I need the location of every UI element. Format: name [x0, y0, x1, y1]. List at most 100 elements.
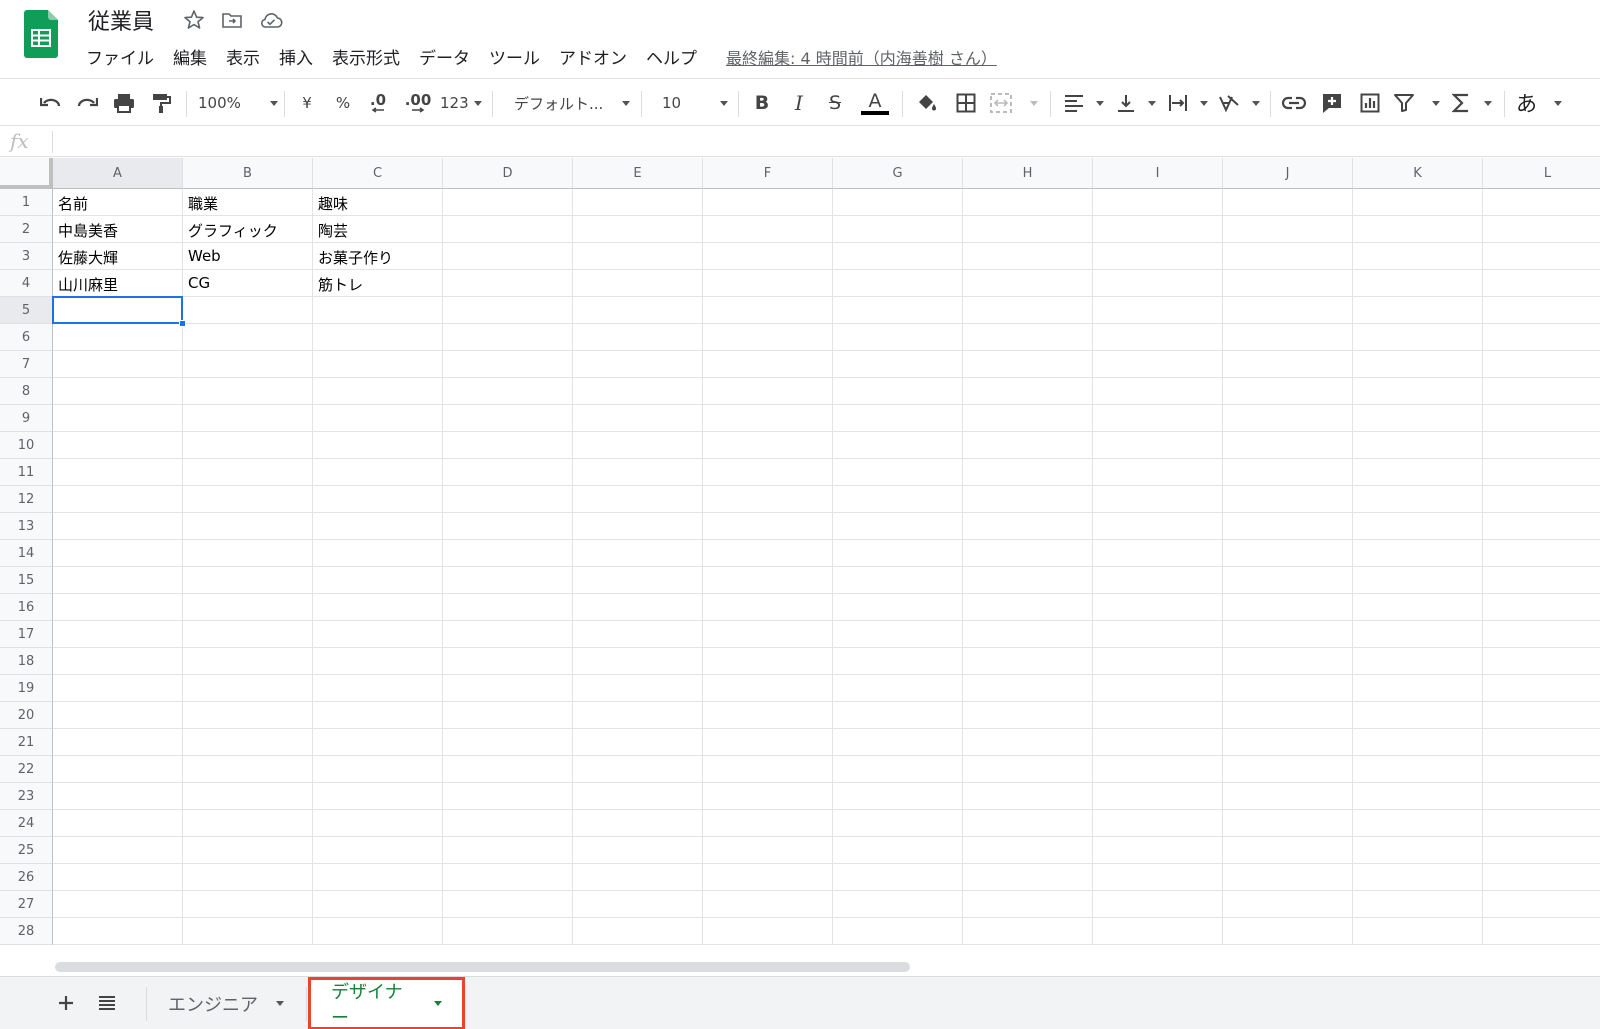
cell-j23[interactable] [1223, 783, 1353, 810]
cell-b23[interactable] [183, 783, 313, 810]
row-header-26[interactable]: 26 [0, 864, 53, 891]
cell-l1[interactable] [1483, 189, 1600, 216]
cell-h10[interactable] [963, 432, 1093, 459]
cell-h13[interactable] [963, 513, 1093, 540]
document-title[interactable]: 従業員 [88, 4, 154, 36]
cell-a10[interactable] [53, 432, 183, 459]
cell-d12[interactable] [443, 486, 573, 513]
cell-a3[interactable]: 佐藤大輝 [53, 243, 183, 270]
cell-e12[interactable] [573, 486, 703, 513]
cell-b7[interactable] [183, 351, 313, 378]
cell-e23[interactable] [573, 783, 703, 810]
percent-format-button[interactable]: % [332, 89, 354, 117]
cell-j11[interactable] [1223, 459, 1353, 486]
cell-a17[interactable] [53, 621, 183, 648]
cell-c15[interactable] [313, 567, 443, 594]
cell-j22[interactable] [1223, 756, 1353, 783]
cell-b19[interactable] [183, 675, 313, 702]
cell-d22[interactable] [443, 756, 573, 783]
cell-g20[interactable] [833, 702, 963, 729]
row-header-23[interactable]: 23 [0, 783, 53, 810]
column-header-d[interactable]: D [443, 158, 573, 189]
cell-i6[interactable] [1093, 324, 1223, 351]
row-header-18[interactable]: 18 [0, 648, 53, 675]
cell-j13[interactable] [1223, 513, 1353, 540]
zoom-select[interactable]: 100% [198, 89, 278, 117]
cell-h19[interactable] [963, 675, 1093, 702]
menu-file[interactable]: ファイル [86, 44, 154, 69]
cell-c23[interactable] [313, 783, 443, 810]
functions-select[interactable] [1452, 89, 1492, 117]
cell-j10[interactable] [1223, 432, 1353, 459]
cell-l2[interactable] [1483, 216, 1600, 243]
cell-g4[interactable] [833, 270, 963, 297]
cell-e19[interactable] [573, 675, 703, 702]
cell-j6[interactable] [1223, 324, 1353, 351]
cell-k16[interactable] [1353, 594, 1483, 621]
cell-e2[interactable] [573, 216, 703, 243]
cell-j28[interactable] [1223, 918, 1353, 945]
cell-d27[interactable] [443, 891, 573, 918]
text-rotation-select[interactable] [1218, 89, 1260, 117]
cell-i21[interactable] [1093, 729, 1223, 756]
cell-e18[interactable] [573, 648, 703, 675]
cell-h26[interactable] [963, 864, 1093, 891]
cell-a25[interactable] [53, 837, 183, 864]
cell-c24[interactable] [313, 810, 443, 837]
cell-a11[interactable] [53, 459, 183, 486]
cell-d11[interactable] [443, 459, 573, 486]
cell-k11[interactable] [1353, 459, 1483, 486]
insert-comment-icon[interactable] [1318, 89, 1346, 117]
row-header-10[interactable]: 10 [0, 432, 53, 459]
row-header-9[interactable]: 9 [0, 405, 53, 432]
cell-d16[interactable] [443, 594, 573, 621]
row-header-22[interactable]: 22 [0, 756, 53, 783]
cell-i22[interactable] [1093, 756, 1223, 783]
cell-c3[interactable]: お菓子作り [313, 243, 443, 270]
cell-k18[interactable] [1353, 648, 1483, 675]
cell-c18[interactable] [313, 648, 443, 675]
cell-f3[interactable] [703, 243, 833, 270]
cell-c1[interactable]: 趣味 [313, 189, 443, 216]
cell-e16[interactable] [573, 594, 703, 621]
row-header-8[interactable]: 8 [0, 378, 53, 405]
cell-a13[interactable] [53, 513, 183, 540]
cell-a19[interactable] [53, 675, 183, 702]
cell-j7[interactable] [1223, 351, 1353, 378]
cell-l3[interactable] [1483, 243, 1600, 270]
cell-d20[interactable] [443, 702, 573, 729]
cell-i28[interactable] [1093, 918, 1223, 945]
cell-i20[interactable] [1093, 702, 1223, 729]
cell-a21[interactable] [53, 729, 183, 756]
cell-f9[interactable] [703, 405, 833, 432]
cell-l23[interactable] [1483, 783, 1600, 810]
cell-i4[interactable] [1093, 270, 1223, 297]
cell-i10[interactable] [1093, 432, 1223, 459]
cell-l25[interactable] [1483, 837, 1600, 864]
add-sheet-button[interactable] [52, 989, 80, 1017]
cell-e9[interactable] [573, 405, 703, 432]
cell-j12[interactable] [1223, 486, 1353, 513]
cell-h16[interactable] [963, 594, 1093, 621]
cell-i27[interactable] [1093, 891, 1223, 918]
cell-g13[interactable] [833, 513, 963, 540]
cell-d26[interactable] [443, 864, 573, 891]
cell-e17[interactable] [573, 621, 703, 648]
cell-h1[interactable] [963, 189, 1093, 216]
cell-a8[interactable] [53, 378, 183, 405]
menu-view[interactable]: 表示 [226, 44, 260, 69]
move-folder-icon[interactable] [220, 8, 244, 32]
cell-f7[interactable] [703, 351, 833, 378]
cell-l22[interactable] [1483, 756, 1600, 783]
cell-g14[interactable] [833, 540, 963, 567]
cell-g24[interactable] [833, 810, 963, 837]
cell-g18[interactable] [833, 648, 963, 675]
cell-c20[interactable] [313, 702, 443, 729]
row-header-16[interactable]: 16 [0, 594, 53, 621]
number-format-select[interactable]: 123 [440, 89, 482, 117]
cell-f24[interactable] [703, 810, 833, 837]
cell-g3[interactable] [833, 243, 963, 270]
row-header-1[interactable]: 1 [0, 189, 53, 216]
cell-g22[interactable] [833, 756, 963, 783]
cell-l17[interactable] [1483, 621, 1600, 648]
